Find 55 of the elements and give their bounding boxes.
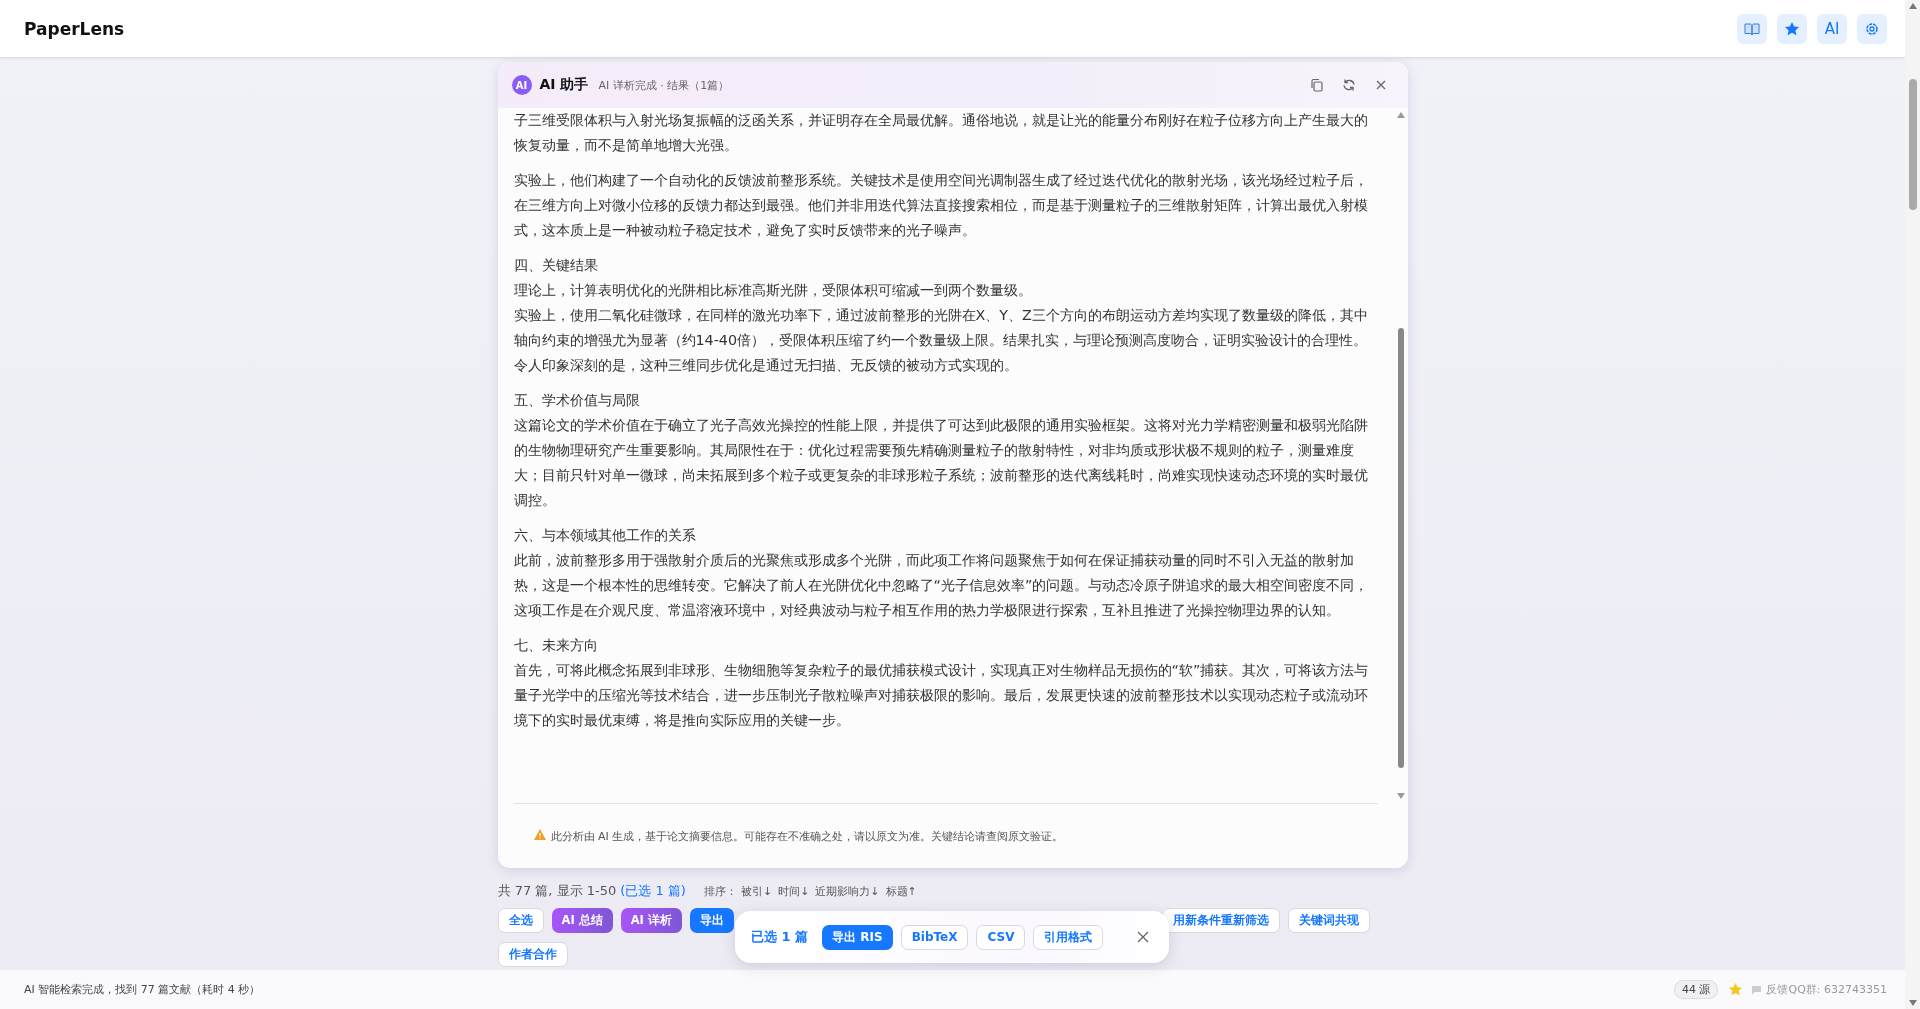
settings-icon (1865, 21, 1879, 36)
dialog-subtitle: AI 详析完成 · 结果（1篇） (598, 77, 731, 93)
paragraph: 首先，可将此概念拓展到非球形、生物细胞等复杂粒子的最优捕获模式设计，实现真正对生物样品无损伤的“软”捕获。其次，可将该方法与量子光学中的压缩光等技术结合，进一步压制光子散粒噪声对捕获极限的影响。最后，发展更快速的波前整形技术以实现动态粒子或流动环境下的实时最优束缚，将是推向实际应用的关键一步。 (513, 661, 1370, 730)
export-button[interactable]: 导出 RIS (822, 924, 893, 950)
ai-badge: AI (511, 75, 532, 95)
ai-button[interactable]: AI (1817, 13, 1847, 44)
export-button[interactable]: 引用格式 (1033, 924, 1104, 950)
scroll-up-icon[interactable] (1396, 112, 1405, 118)
section-heading: 六、与本领域其他工作的关系 (513, 526, 697, 545)
star-icon (1784, 20, 1800, 37)
action-button[interactable]: 全选 (497, 908, 544, 933)
sort-option[interactable]: 近期影响力↓ (815, 884, 880, 899)
chat-icon (1751, 984, 1763, 995)
paragraph: 理论上，计算表明优化的光阱相比标准高斯光阱，受限体积可缩减一到两个数量级。 (513, 281, 1033, 300)
section-heading: 五、学术价值与局限 (513, 391, 641, 410)
action-button[interactable]: AI 详析 (620, 908, 682, 933)
app-title: PaperLens (24, 18, 126, 39)
scroll-down-icon[interactable] (1908, 1000, 1917, 1006)
dialog-title: AI 助手 (539, 76, 589, 94)
disclaimer-text: 此分析由 AI 生成，基于论文摘要信息。可能存在不准确之处，请以原文为准。关键结论请查阅原文验证。 (550, 828, 1064, 844)
source-count: 44 源 (1674, 980, 1719, 999)
scroll-up-icon[interactable] (1908, 3, 1917, 9)
close-icon (1137, 931, 1149, 943)
copy-icon (1309, 78, 1324, 92)
sort-label: 排序： (703, 884, 737, 899)
action-button[interactable]: 导出 (689, 908, 734, 933)
scroll-down-icon[interactable] (1396, 793, 1405, 799)
refresh-icon (1341, 78, 1356, 92)
action-button[interactable]: 关键词共现 (1287, 908, 1370, 933)
action-button[interactable]: AI 总结 (551, 908, 613, 933)
book-button[interactable] (1737, 13, 1767, 44)
paragraph: 实验上，他们构建了一个自动化的反馈波前整形系统。关键技术是使用空间光调制器生成了经过迭代优化的散射光场，该光场经过粒子后，在三维方向上对微小位移的反馈力都达到最强。他们并非用迭代算法直接搜索相位，而是基于测量粒子的三维散射矩阵，计算出最优入射模式，这本质上是一种被动粒子稳定技术，避免了实时反馈带来的光子噪声。 (513, 171, 1369, 240)
paragraph: 此前，波前整形多用于强散射介质后的光聚焦或形成多个光阱，而此项工作将问题聚焦于如何在保证捕获动量的同时不引入无益的散射加热，这是一个根本性的思维转变。它解决了前人在光阱优化中忽略了“光子信息效率”的问题。与动态冷原子阱追求的最大相空间密度不同，这项工作是在介观尺度、常温溶液环境中，对经典波动与粒子相互作用的热力学极限进行探索，互补且推进了光操控物理边界的认知。 (513, 551, 1370, 620)
paragraph: 实验上，使用二氧化硅微球，在同样的激光功率下，通过波前整形的光阱在X、Y、Z三个方向的布朗运动方差均实现了数量级的降低，其中轴向约束的增强尤为显著（约14-40倍），受限体积压缩了约一个数量级上限。结果扎实，与理论预测高度吻合，证明实验设计的合理性。令人印象深刻的是，这种三维同步优化是通过无扫描、无反馈的被动方式实现的。 (513, 306, 1369, 375)
book-icon (1744, 21, 1760, 36)
selected-link[interactable]: (已选 1 篇) (620, 882, 686, 900)
sort-option[interactable]: 时间↓ (778, 884, 810, 899)
action-button[interactable]: 用新条件重新筛选 (1161, 908, 1280, 933)
warning-icon (533, 829, 546, 840)
paragraph: 子三维受限体积与入射光场复振幅的泛函关系，并证明存在全局最优解。通俗地说，就是让光的能量分布刚好在粒子位移方向上产生最大的恢复动量，而不是简单地增大光强。 (513, 111, 1369, 155)
settings-button[interactable] (1857, 13, 1887, 44)
status-message: AI 智能检索完成，找到 77 篇文献（耗时 4 秒） (24, 982, 261, 997)
export-button[interactable]: CSV (976, 924, 1026, 950)
section-heading: 七、未来方向 (513, 636, 599, 655)
export-button[interactable]: BibTeX (900, 924, 969, 950)
star-button[interactable] (1777, 13, 1807, 44)
section-heading: 四、关键结果 (513, 256, 599, 275)
result-summary: 共 77 篇, 显示 1-50 (497, 882, 617, 900)
paragraph: 这篇论文的学术价值在于确立了光子高效光操控的性能上限，并提供了可达到此极限的通用实验框架。这将对光力学精密测量和极弱光陷阱的生物物理研究产生重要影响。其局限性在于：优化过程需要预先精确测量粒子的散射特性，对非均质或形状极不规则的粒子，测量难度大；目前只针对单一微球，尚未拓展到多个粒子或更复杂的非球形粒子系统；波前整形的迭代离线耗时，尚难实现快速动态环境的实时最优调控。 (513, 416, 1369, 510)
sort-option[interactable]: 标题↑ (885, 884, 917, 899)
sort-option[interactable]: 被引↓ (740, 884, 773, 899)
selected-count: 已选 1 篇 (751, 928, 809, 946)
action-button[interactable]: 作者合作 (497, 942, 568, 967)
feedback-text: 反馈QQ群: 632743351 (1766, 982, 1887, 997)
star-icon[interactable] (1728, 982, 1744, 997)
